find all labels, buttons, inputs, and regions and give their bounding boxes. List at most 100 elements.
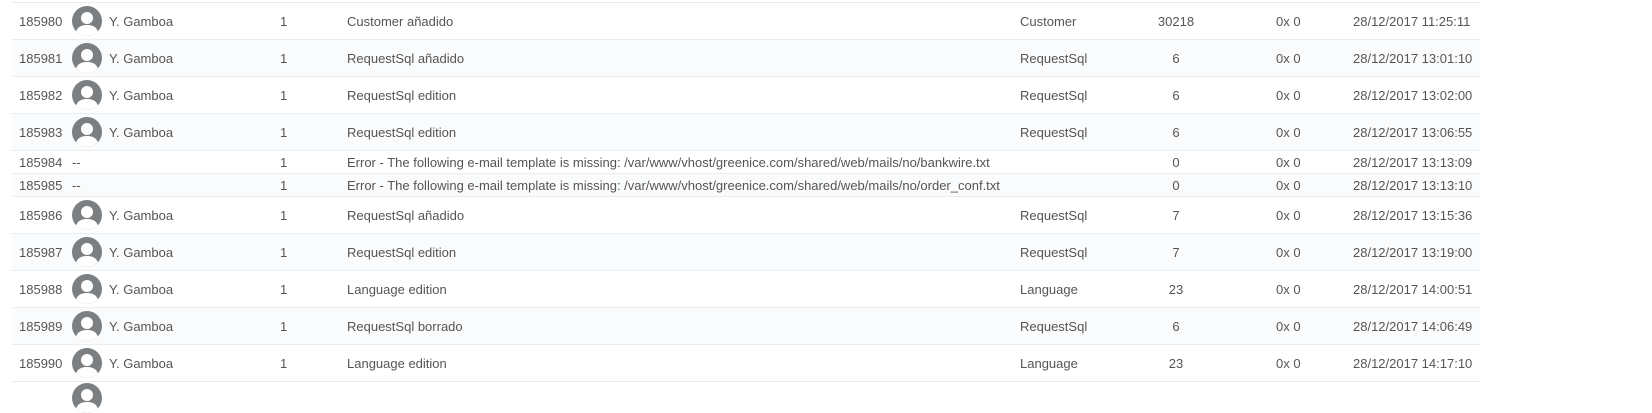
user-avatar-icon bbox=[72, 43, 102, 73]
employee-cell: Y. Gamboa bbox=[72, 40, 173, 76]
employee-cell: Y. Gamboa bbox=[72, 271, 173, 307]
log-date: 28/12/2017 13:06:55 bbox=[1353, 124, 1473, 140]
shop-id: 1 bbox=[280, 355, 288, 371]
log-id: 185987 bbox=[19, 244, 63, 260]
shop-id: 1 bbox=[280, 124, 288, 140]
log-message: RequestSql añadido bbox=[347, 50, 465, 66]
table-row[interactable]: 185989 Y. Gamboa 1 RequestSql borrado Reques… bbox=[12, 308, 1480, 345]
error-code: 0x 0 bbox=[1276, 124, 1301, 140]
object-id: 6 bbox=[1172, 318, 1180, 334]
log-date: 28/12/2017 13:13:10 bbox=[1353, 177, 1473, 193]
shop-id: 1 bbox=[280, 154, 288, 170]
object-type: RequestSql bbox=[1020, 207, 1088, 223]
employee-name: Y. Gamboa bbox=[109, 87, 174, 103]
employee-name: Y. Gamboa bbox=[109, 355, 174, 371]
shop-id: 1 bbox=[280, 87, 288, 103]
error-code: 0x 0 bbox=[1276, 177, 1301, 193]
user-avatar-icon bbox=[72, 348, 102, 378]
error-code: 0x 0 bbox=[1276, 50, 1301, 66]
object-id: 30218 bbox=[1157, 13, 1195, 29]
object-type: RequestSql bbox=[1020, 50, 1088, 66]
log-id: 185988 bbox=[19, 281, 63, 297]
object-id: 6 bbox=[1172, 87, 1180, 103]
employee-cell: -- bbox=[72, 174, 81, 196]
log-id: 185984 bbox=[19, 154, 63, 170]
object-id: 6 bbox=[1172, 124, 1180, 140]
error-code: 0x 0 bbox=[1276, 281, 1301, 297]
table-row[interactable]: 185984 -- 1 Error - The following e-mail te… bbox=[12, 151, 1480, 174]
table-row[interactable]: 185985 -- 1 Error - The following e-mail te… bbox=[12, 174, 1480, 197]
log-message: Customer añadido bbox=[347, 13, 454, 29]
log-message: RequestSql edition bbox=[347, 87, 457, 103]
object-id: 7 bbox=[1172, 207, 1180, 223]
employee-name: Y. Gamboa bbox=[109, 281, 174, 297]
table-row[interactable]: 185987 Y. Gamboa 1 RequestSql edition Reques… bbox=[12, 234, 1480, 271]
table-row[interactable]: 185990 Y. Gamboa 1 Language edition Language… bbox=[12, 345, 1480, 382]
user-avatar-icon bbox=[72, 237, 102, 267]
shop-id: 1 bbox=[280, 13, 288, 29]
log-id: 185985 bbox=[19, 177, 63, 193]
log-id: 185982 bbox=[19, 87, 63, 103]
shop-id: 1 bbox=[280, 207, 288, 223]
log-message: RequestSql borrado bbox=[347, 318, 463, 334]
log-message: RequestSql edition bbox=[347, 124, 457, 140]
error-code: 0x 0 bbox=[1276, 13, 1301, 29]
log-date: 28/12/2017 14:00:51 bbox=[1353, 281, 1473, 297]
shop-id: 1 bbox=[280, 318, 288, 334]
employee-name: Y. Gamboa bbox=[109, 50, 174, 66]
log-date: 28/12/2017 11:25:11 bbox=[1353, 13, 1471, 29]
object-id: 6 bbox=[1172, 50, 1180, 66]
error-code: 0x 0 bbox=[1276, 207, 1301, 223]
table-row[interactable]: 185982 Y. Gamboa 1 RequestSql edition Reques… bbox=[12, 77, 1480, 114]
error-code: 0x 0 bbox=[1276, 318, 1301, 334]
employee-name: Y. Gamboa bbox=[109, 318, 174, 334]
log-message: RequestSql añadido bbox=[347, 207, 465, 223]
log-id: 185983 bbox=[19, 124, 63, 140]
user-avatar-icon bbox=[72, 311, 102, 341]
employee-name: Y. Gamboa bbox=[109, 13, 174, 29]
employee-cell: Y. Gamboa bbox=[72, 308, 173, 344]
log-message: Language edition bbox=[347, 281, 447, 297]
object-type: Customer bbox=[1020, 13, 1077, 29]
table-row[interactable]: 185986 Y. Gamboa 1 RequestSql añadido Reques… bbox=[12, 197, 1480, 234]
log-date: 28/12/2017 13:15:36 bbox=[1353, 207, 1473, 223]
user-avatar-icon bbox=[72, 117, 102, 147]
log-date: 28/12/2017 13:02:00 bbox=[1353, 87, 1473, 103]
log-id: 185981 bbox=[19, 50, 63, 66]
logs-table: 185980 Y. Gamboa 1 Customer añadido Customer… bbox=[12, 2, 1480, 382]
table-row[interactable]: 185980 Y. Gamboa 1 Customer añadido Customer… bbox=[12, 3, 1480, 40]
employee-cell: Y. Gamboa bbox=[72, 77, 173, 113]
log-date: 28/12/2017 14:17:10 bbox=[1353, 355, 1473, 371]
table-row[interactable]: 185988 Y. Gamboa 1 Language edition Language… bbox=[12, 271, 1480, 308]
log-date: 28/12/2017 14:06:49 bbox=[1353, 318, 1473, 334]
object-type: RequestSql bbox=[1020, 87, 1088, 103]
log-message: Error - The following e-mail template is… bbox=[347, 154, 990, 170]
table-row[interactable]: 185983 Y. Gamboa 1 RequestSql edition Reques… bbox=[12, 114, 1480, 151]
object-type: Language bbox=[1020, 355, 1078, 371]
log-id: 185980 bbox=[19, 13, 63, 29]
employee-name: Y. Gamboa bbox=[109, 207, 174, 223]
employee-cell: Y. Gamboa bbox=[72, 197, 173, 233]
employee-name: -- bbox=[72, 154, 81, 170]
object-id: 0 bbox=[1172, 177, 1180, 193]
user-avatar-icon bbox=[72, 200, 102, 230]
log-id: 185990 bbox=[19, 355, 63, 371]
object-type: RequestSql bbox=[1020, 124, 1088, 140]
shop-id: 1 bbox=[280, 244, 288, 260]
error-code: 0x 0 bbox=[1276, 87, 1301, 103]
employee-name: Y. Gamboa bbox=[109, 124, 174, 140]
error-code: 0x 0 bbox=[1276, 244, 1301, 260]
user-avatar-icon bbox=[72, 383, 102, 413]
shop-id: 1 bbox=[280, 281, 288, 297]
table-row[interactable]: 185981 Y. Gamboa 1 RequestSql añadido Reques… bbox=[12, 40, 1480, 77]
log-message: Error - The following e-mail template is… bbox=[347, 177, 1000, 193]
object-id: 0 bbox=[1172, 154, 1180, 170]
employee-name: -- bbox=[72, 177, 81, 193]
log-date: 28/12/2017 13:19:00 bbox=[1353, 244, 1473, 260]
employee-cell: Y. Gamboa bbox=[72, 114, 173, 150]
log-date: 28/12/2017 13:13:09 bbox=[1353, 154, 1473, 170]
employee-cell: Y. Gamboa bbox=[72, 345, 173, 381]
object-id: 23 bbox=[1168, 355, 1184, 371]
log-date: 28/12/2017 13:01:10 bbox=[1353, 50, 1473, 66]
employee-cell: Y. Gamboa bbox=[72, 3, 173, 39]
